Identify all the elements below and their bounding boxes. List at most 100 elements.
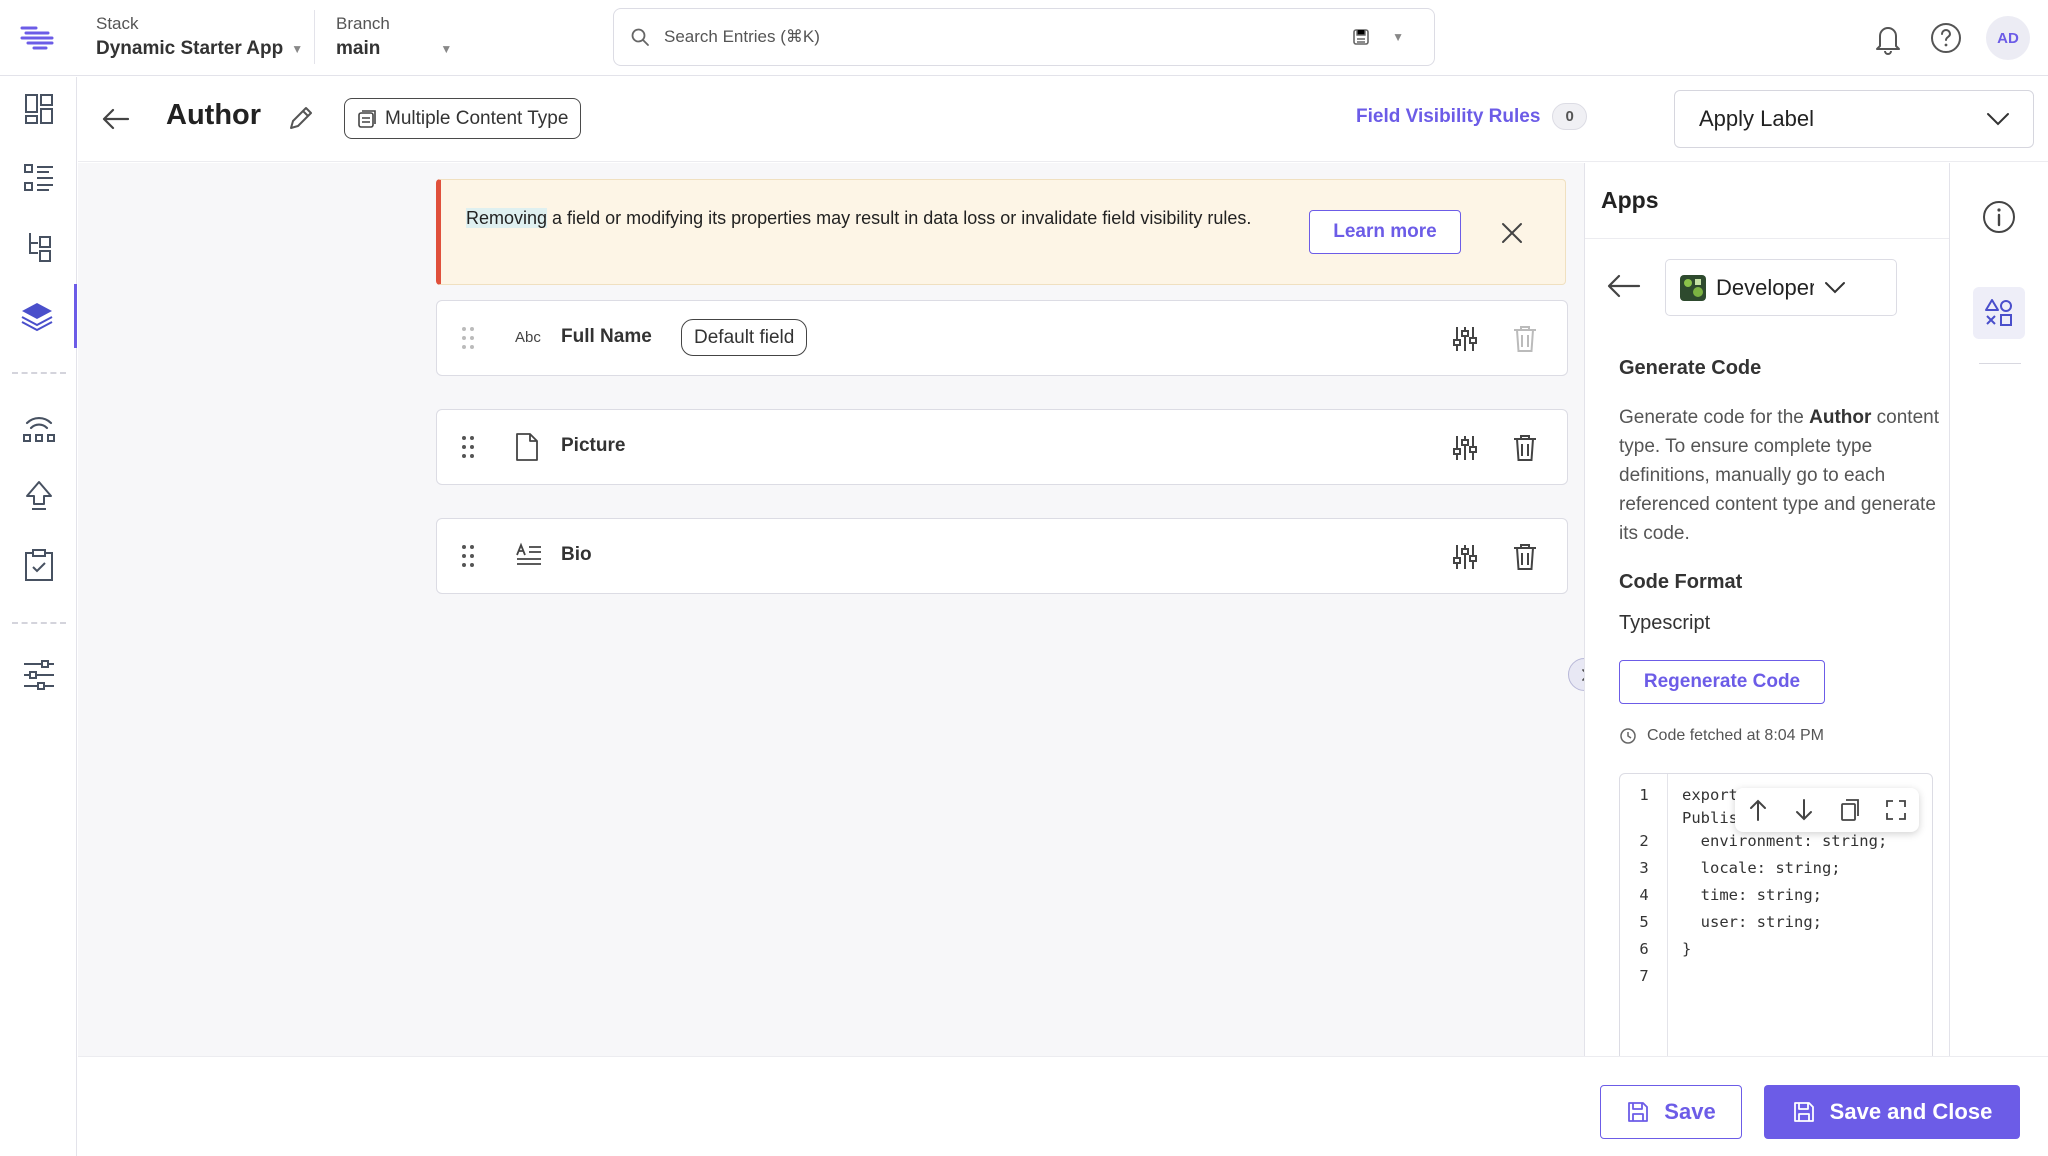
warning-alert: Removing a field or modifying its proper… — [436, 179, 1566, 285]
top-bar: Stack Dynamic Starter App ▼ Branch main ▼ … — [0, 0, 2048, 76]
field-settings-icon[interactable] — [1451, 543, 1479, 571]
notification-bell-icon[interactable] — [1870, 20, 1906, 56]
generate-code-title: Generate Code — [1619, 357, 1762, 379]
brand-logo-icon[interactable] — [20, 20, 56, 56]
back-arrow-icon[interactable] — [100, 103, 132, 135]
line-number: 4 — [1639, 886, 1649, 904]
nav-divider — [12, 372, 66, 374]
code-format-title: Code Format — [1619, 571, 1743, 593]
field-name: Bio — [561, 544, 592, 565]
field-visibility-rules-label: Field Visibility Rules — [1356, 105, 1541, 127]
trash-icon[interactable] — [1511, 433, 1539, 463]
tasks-icon[interactable] — [0, 533, 77, 597]
user-avatar[interactable]: AD — [1986, 16, 2030, 60]
desc-text: Generate code for the — [1619, 407, 1810, 428]
regenerate-code-button[interactable]: Regenerate Code — [1619, 660, 1825, 704]
code-line: environment: string; — [1682, 832, 1888, 850]
arrow-down-icon[interactable] — [1793, 798, 1815, 822]
stack-selector[interactable]: Stack Dynamic Starter App ▼ — [96, 14, 303, 60]
line-number: 1 — [1639, 786, 1649, 804]
copy-icon[interactable] — [1839, 798, 1861, 822]
multiline-text-field-type-icon — [515, 541, 543, 569]
clock-icon — [1620, 728, 1636, 744]
footer-bar: Save Save and Close — [78, 1056, 2048, 1156]
left-nav — [0, 77, 77, 1156]
arrow-up-icon[interactable] — [1747, 798, 1769, 822]
desc-content-type: Author — [1809, 407, 1872, 428]
caret-down-icon: ▼ — [291, 42, 304, 56]
chevron-down-icon — [1987, 113, 2009, 126]
field-name: Picture — [561, 435, 626, 456]
save-and-close-button[interactable]: Save and Close — [1764, 1085, 2020, 1139]
line-number: 6 — [1639, 940, 1649, 958]
dashboard-icon[interactable] — [0, 77, 77, 141]
alert-message: Removing a field or modifying its proper… — [466, 204, 1286, 232]
stack-label: Stack — [96, 14, 139, 33]
right-rail — [1951, 163, 2048, 1056]
drag-handle-icon[interactable] — [461, 434, 475, 460]
content-type-chip-label: Multiple Content Type — [385, 107, 569, 129]
apply-label-text: Apply Label — [1699, 106, 1814, 131]
apps-shapes-icon[interactable] — [1973, 287, 2025, 339]
default-field-chip: Default field — [681, 319, 808, 356]
generate-code-description: Generate code for the Author content typ… — [1619, 403, 1939, 548]
content-types-icon[interactable] — [0, 284, 77, 348]
divider — [1585, 238, 1949, 239]
code-fetched-text: Code fetched at 8:04 PM — [1647, 727, 1824, 744]
app-select-value: Developer — [1716, 274, 1814, 300]
caret-down-icon[interactable]: ▼ — [1392, 30, 1404, 44]
alert-highlighted-word: Removing — [466, 208, 548, 228]
divider — [1979, 363, 2021, 364]
app-select-dropdown[interactable]: Developer — [1665, 259, 1897, 316]
pencil-edit-icon[interactable] — [286, 103, 316, 133]
content-type-header: Author Multiple Content Type Field Visib… — [78, 77, 2048, 162]
stack-value: Dynamic Starter App — [96, 38, 284, 59]
saved-search-icon[interactable] — [1352, 28, 1370, 46]
back-arrow-icon[interactable] — [1607, 273, 1641, 299]
apps-panel: Apps Developer Generate Code Generate co… — [1584, 163, 1950, 1056]
help-icon[interactable] — [1928, 20, 1964, 56]
code-line: time: string; — [1682, 886, 1822, 904]
fullscreen-icon[interactable] — [1885, 799, 1907, 821]
save-icon — [1628, 1102, 1649, 1122]
field-name: Full Name — [561, 326, 652, 347]
deploy-icon[interactable] — [0, 464, 77, 528]
field-visibility-rules-link[interactable]: Field Visibility Rules 0 — [1356, 103, 1587, 130]
settings-icon[interactable] — [0, 643, 77, 707]
page-title: Author — [166, 99, 262, 131]
content-models-icon[interactable] — [0, 215, 77, 279]
close-icon[interactable] — [1499, 220, 1525, 246]
learn-more-button[interactable]: Learn more — [1309, 210, 1461, 254]
field-row-full-name[interactable]: Abc Full Name Default field — [436, 300, 1568, 376]
caret-down-icon: ▼ — [440, 42, 453, 56]
field-settings-icon[interactable] — [1451, 325, 1479, 353]
drag-handle-icon[interactable] — [461, 543, 475, 569]
code-format-value: Typescript — [1619, 612, 1711, 634]
branch-label: Branch — [336, 14, 390, 33]
field-visibility-count-badge: 0 — [1552, 103, 1587, 130]
drag-handle-icon[interactable] — [461, 325, 475, 351]
field-settings-icon[interactable] — [1451, 434, 1479, 462]
branch-selector[interactable]: Branch main ▼ — [336, 14, 452, 60]
apps-panel-title: Apps — [1601, 187, 1659, 213]
alert-text: a field or modifying its properties may … — [547, 208, 1252, 228]
code-viewer[interactable]: 1 2 3 4 5 6 7 export ⠀⠀⠀⠀⠀ Publis enviro… — [1619, 773, 1933, 1056]
save-button[interactable]: Save — [1600, 1085, 1742, 1139]
field-row-picture[interactable]: Picture — [436, 409, 1568, 485]
info-icon[interactable] — [1981, 199, 2017, 235]
trash-icon[interactable] — [1511, 542, 1539, 572]
search-icon — [631, 28, 649, 46]
apply-label-dropdown[interactable]: Apply Label — [1674, 90, 2034, 148]
divider — [314, 10, 315, 64]
content-type-icon — [358, 109, 376, 128]
code-line: } — [1682, 940, 1692, 958]
save-icon — [1793, 1102, 1814, 1122]
code-line: user: string; — [1682, 913, 1822, 931]
search-input[interactable]: Search Entries (⌘K) ▼ — [613, 8, 1435, 66]
content-type-chip[interactable]: Multiple Content Type — [344, 98, 582, 139]
releases-icon[interactable] — [0, 395, 77, 459]
field-row-bio[interactable]: Bio — [436, 518, 1568, 594]
search-placeholder: Search Entries (⌘K) — [664, 27, 820, 46]
entries-icon[interactable] — [0, 146, 77, 210]
branch-value: main — [336, 38, 381, 59]
